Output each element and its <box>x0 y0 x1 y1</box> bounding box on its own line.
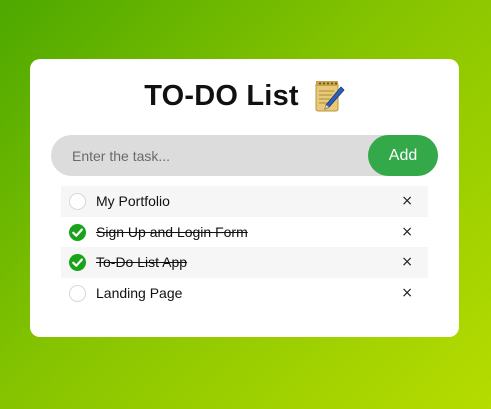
task-list: My Portfolio × Sign Up and Login Form × … <box>61 186 428 308</box>
task-input[interactable] <box>51 135 361 176</box>
checked-circle-icon[interactable] <box>69 223 86 241</box>
todo-card: TO-DO List Add <box>30 59 459 337</box>
task-item[interactable]: Sign Up and Login Form × <box>61 217 428 248</box>
task-label: My Portfolio <box>96 193 170 210</box>
task-item[interactable]: Landing Page × <box>61 278 428 309</box>
app-title: TO-DO List <box>144 79 299 112</box>
unchecked-circle-icon[interactable] <box>69 193 86 210</box>
task-item[interactable]: To-Do List App × <box>61 247 428 278</box>
delete-icon[interactable]: × <box>401 193 413 209</box>
memo-icon <box>313 79 345 113</box>
task-input-row: Add <box>51 135 438 176</box>
add-button[interactable]: Add <box>368 135 438 176</box>
delete-icon[interactable]: × <box>401 254 413 270</box>
task-label: To-Do List App <box>96 254 188 271</box>
checked-circle-icon[interactable] <box>69 254 86 271</box>
delete-icon[interactable]: × <box>401 224 413 240</box>
task-label: Sign Up and Login Form <box>96 223 248 240</box>
title-row: TO-DO List <box>30 79 459 113</box>
delete-icon[interactable]: × <box>401 285 413 301</box>
unchecked-circle-icon[interactable] <box>69 284 86 302</box>
task-item[interactable]: My Portfolio × <box>61 186 428 217</box>
task-label: Landing Page <box>96 284 183 301</box>
